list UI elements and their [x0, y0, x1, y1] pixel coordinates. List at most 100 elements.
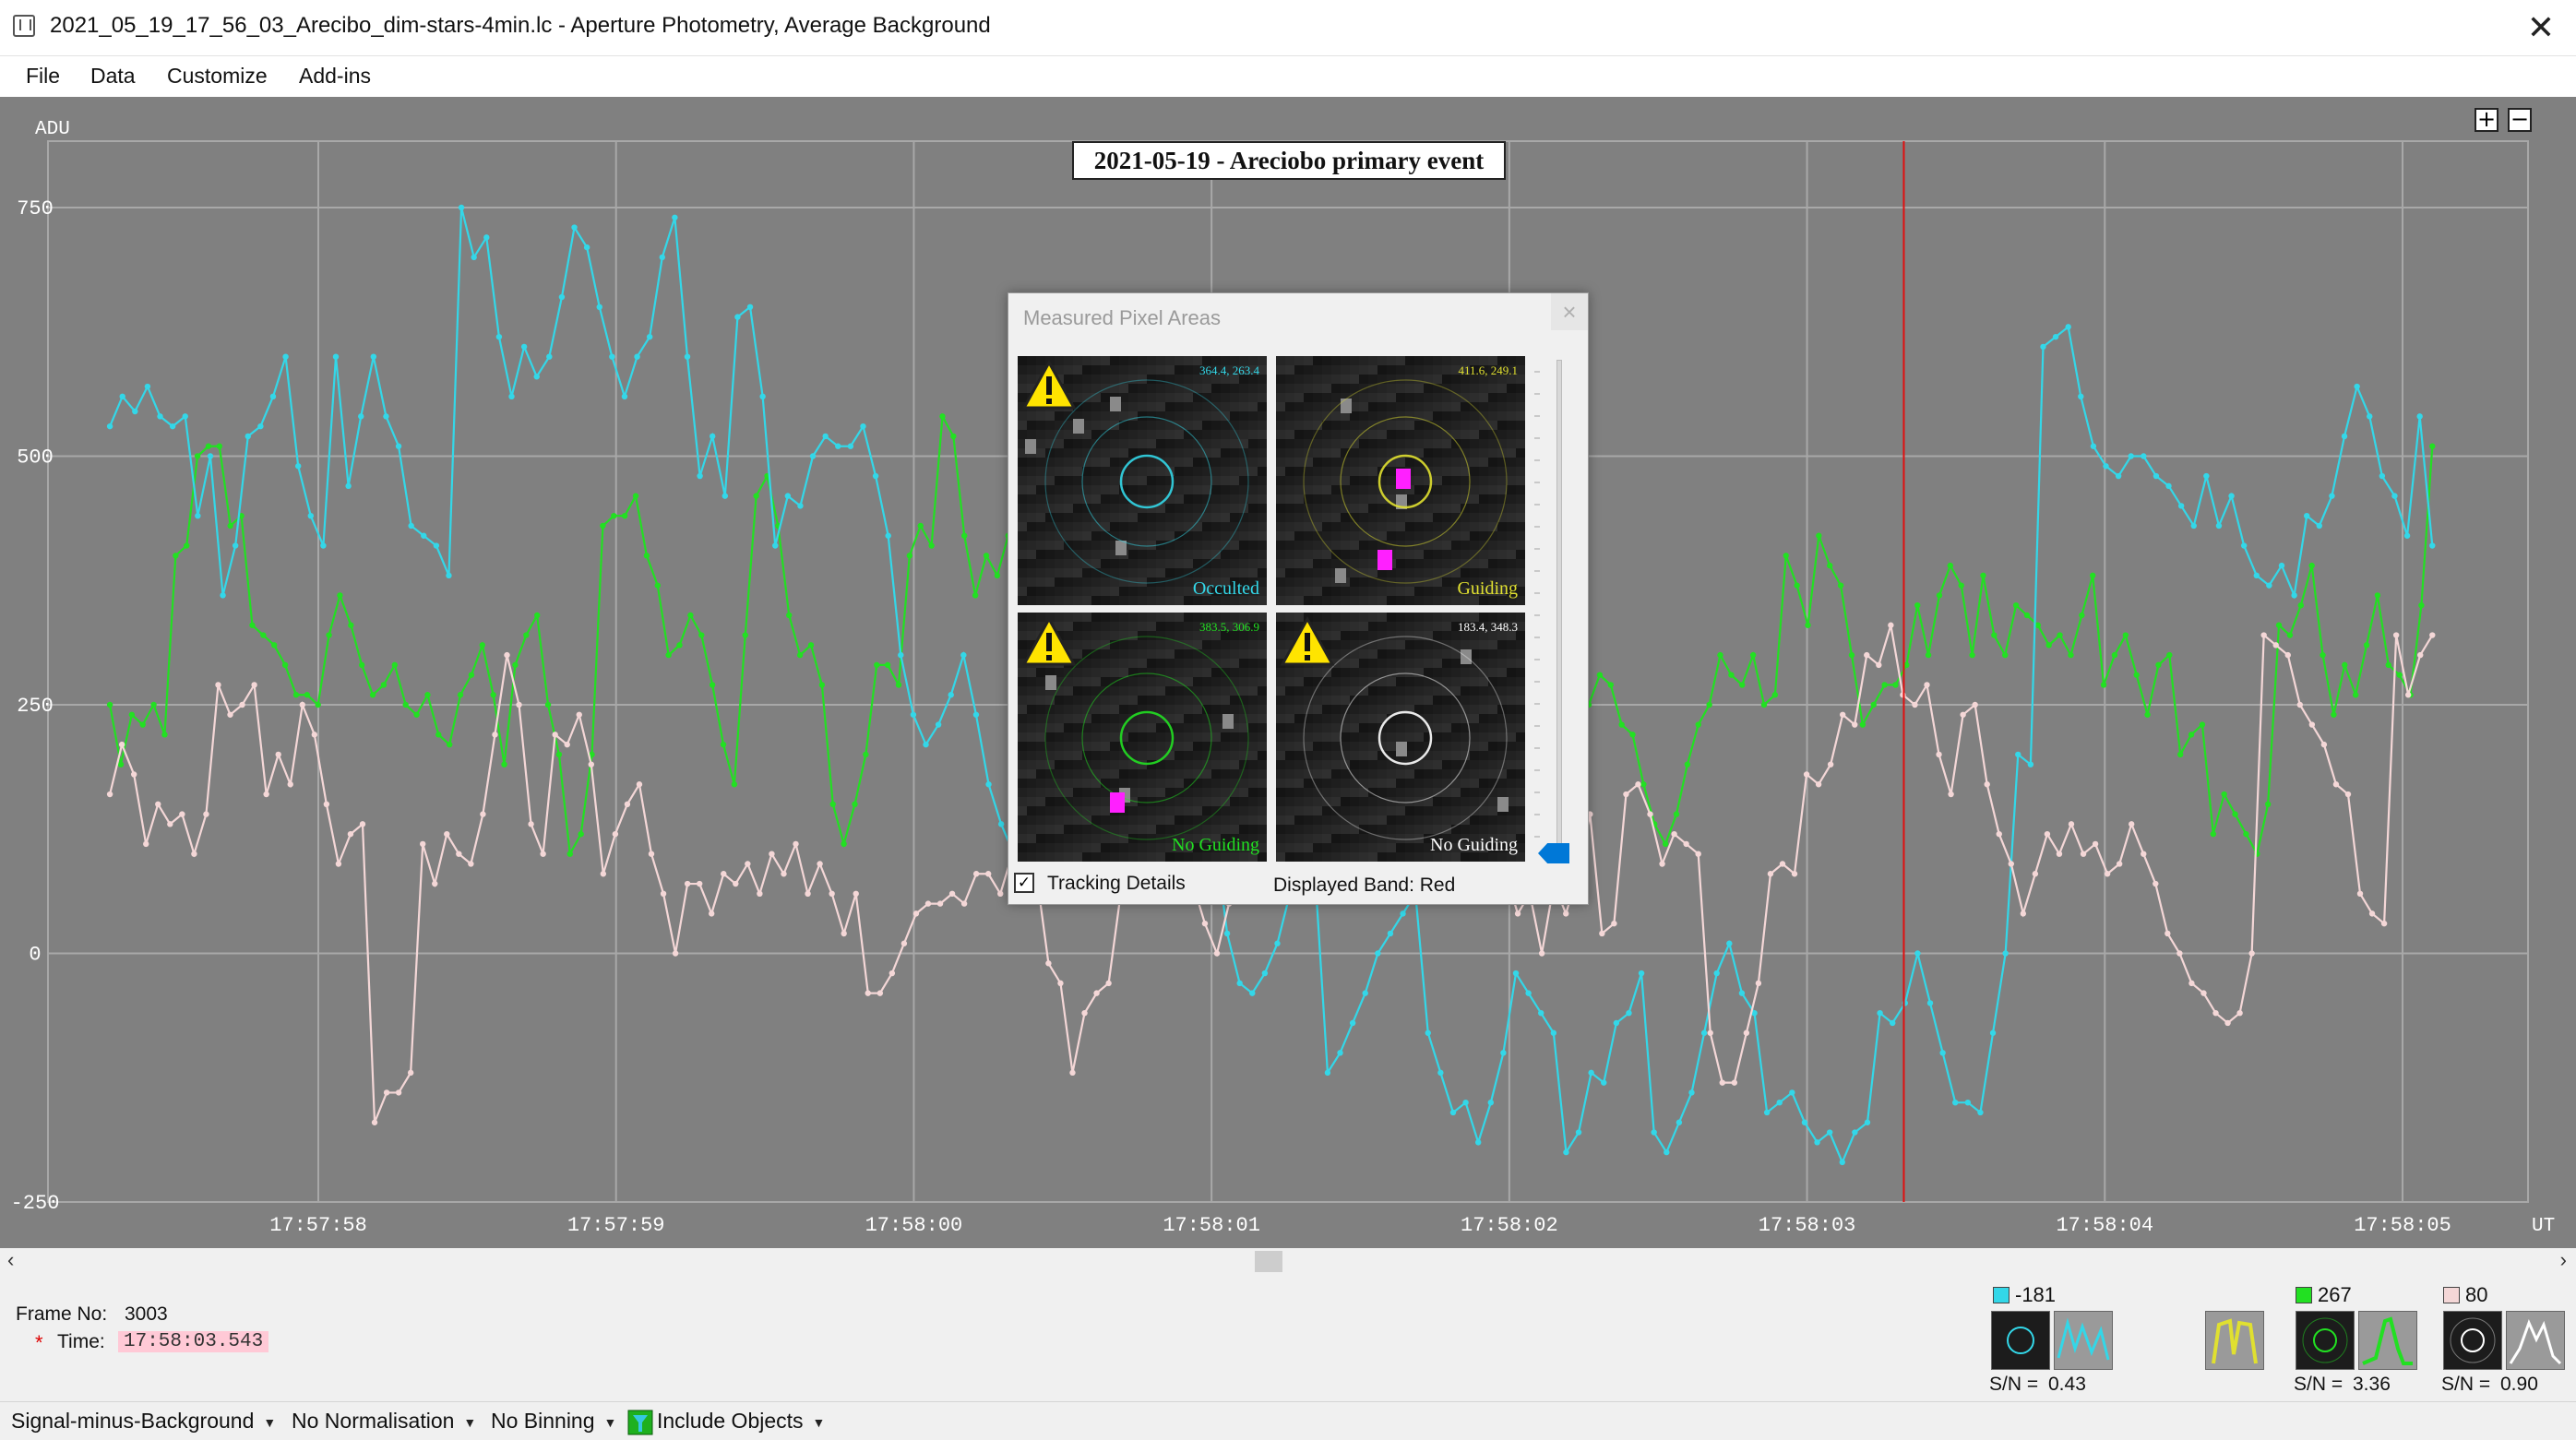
series-point-cyan: [2253, 572, 2260, 579]
series-point-green: [709, 682, 716, 688]
series-point-pink: [829, 890, 835, 898]
series-point-green: [1728, 672, 1735, 678]
target-3-aperture-thumb[interactable]: [2443, 1311, 2502, 1370]
series-point-green: [841, 840, 847, 848]
series-point-green: [939, 413, 946, 420]
series-point-cyan: [2329, 493, 2335, 499]
series-point-pink: [2284, 651, 2291, 659]
series-point-pink: [1791, 871, 1798, 877]
horizontal-scrollbar[interactable]: ‹ ›: [0, 1248, 2576, 1273]
series-point-green: [533, 612, 541, 619]
series-point-green: [654, 582, 661, 589]
slider-tick: [1534, 482, 1540, 483]
series-point-cyan: [860, 422, 866, 430]
signal-mode-dropdown[interactable]: Signal-minus-Background ▼: [11, 1409, 276, 1434]
series-point-pink: [853, 890, 859, 898]
series-point-green: [1914, 602, 1921, 609]
series-point-cyan: [1700, 1029, 1708, 1036]
series-point-cyan: [1989, 1029, 1997, 1036]
series-point-pink: [2356, 890, 2364, 898]
series-point-green: [632, 493, 639, 499]
slider-tick: [1534, 637, 1540, 638]
series-point-pink: [1105, 980, 1112, 987]
guide-profile-thumb[interactable]: [2205, 1311, 2264, 1370]
warning-icon: [1280, 616, 1335, 666]
series-point-cyan: [2403, 532, 2411, 539]
series-point-pink: [407, 1069, 414, 1077]
series-point-green: [1771, 692, 1779, 698]
series-point-pink: [1755, 980, 1762, 987]
series-point-cyan: [684, 353, 691, 360]
series-point-cyan: [571, 224, 578, 231]
series-point-green: [2221, 791, 2227, 798]
chevron-down-icon: ▼: [463, 1414, 477, 1430]
light-curve-plot[interactable]: -250 0 250 500 750 17:57:58 17:57:59 17:58:00 17…: [0, 97, 2576, 1248]
series-point-pink: [155, 801, 161, 807]
series-point-cyan: [609, 353, 615, 360]
measured-pixel-areas-dialog[interactable]: Measured Pixel Areas × 364.4, 263.4 Occul…: [1008, 292, 1589, 905]
scroll-left-icon[interactable]: ‹: [7, 1248, 14, 1272]
series-point-green: [621, 512, 628, 519]
series-point-pink: [648, 851, 655, 857]
normalisation-dropdown[interactable]: No Normalisation ▼: [292, 1409, 476, 1434]
binning-dropdown[interactable]: No Binning ▼: [491, 1409, 616, 1434]
series-point-green: [544, 701, 552, 708]
series-point-green: [720, 741, 727, 748]
zoom-in-button[interactable]: +: [2475, 108, 2498, 132]
series-point-cyan: [2002, 950, 2009, 957]
menu-data[interactable]: Data: [85, 64, 141, 89]
series-point-green: [490, 692, 496, 698]
tracking-details-checkbox[interactable]: ✓: [1014, 873, 1034, 893]
series-point-pink: [1743, 1029, 1750, 1036]
include-objects-dropdown[interactable]: Include Objects ▼: [627, 1409, 825, 1435]
target-3-profile-thumb[interactable]: [2506, 1311, 2565, 1370]
chevron-down-icon: ▼: [263, 1414, 277, 1430]
series-point-green: [1749, 651, 1757, 659]
series-point-pink: [865, 990, 871, 996]
series-point-pink: [1888, 622, 1894, 628]
band-slider[interactable]: [1534, 360, 1571, 876]
time-label: Time:: [57, 1331, 105, 1352]
menu-file[interactable]: File: [20, 64, 66, 89]
target-1-aperture-thumb[interactable]: [1991, 1311, 2050, 1370]
zoom-out-button[interactable]: −: [2508, 108, 2532, 132]
series-point-green: [566, 851, 573, 857]
series-point-pink: [2368, 910, 2376, 917]
slider-tick: [1534, 747, 1540, 749]
series-point-pink: [817, 861, 823, 867]
series-point-cyan: [182, 413, 188, 420]
series-point-cyan: [358, 413, 364, 420]
scroll-thumb[interactable]: [1255, 1251, 1282, 1273]
chart-title: 2021-05-19 - Areciobo primary event: [1094, 147, 1484, 174]
series-point-pink: [2176, 950, 2183, 957]
series-point-cyan: [809, 453, 817, 459]
series-point-cyan: [2040, 343, 2046, 351]
slider-thumb[interactable]: [1538, 843, 1569, 863]
series-point-green: [402, 701, 409, 708]
series-point-pink: [564, 741, 570, 748]
series-point-green: [1794, 582, 1800, 589]
series-point-green: [369, 692, 376, 698]
series-point-pink: [1972, 701, 1978, 708]
target-2-aperture-thumb[interactable]: [2296, 1311, 2355, 1370]
warning-icon: [1021, 616, 1077, 666]
close-icon[interactable]: ✕: [2519, 6, 2563, 50]
series-point-cyan: [1877, 1009, 1883, 1017]
menu-add-ins[interactable]: Add-ins: [293, 64, 376, 89]
series-point-cyan: [1437, 1069, 1444, 1077]
series-point-green: [1805, 622, 1811, 628]
series-point-cyan: [320, 542, 327, 549]
series-point-pink: [793, 840, 799, 848]
series-point-green: [2045, 642, 2052, 649]
slider-tick: [1534, 791, 1540, 793]
scroll-right-icon[interactable]: ›: [2560, 1248, 2567, 1272]
time-marker: *: [35, 1331, 43, 1354]
series-point-cyan: [2052, 333, 2059, 340]
series-point-green: [1991, 632, 1998, 638]
target-2-profile-thumb[interactable]: [2358, 1311, 2417, 1370]
series-point-green: [1837, 582, 1844, 589]
dialog-close-icon[interactable]: ×: [1551, 293, 1588, 330]
target-1-profile-thumb[interactable]: [2054, 1311, 2113, 1370]
menu-customize[interactable]: Customize: [161, 64, 273, 89]
series-point-pink: [1695, 851, 1701, 857]
